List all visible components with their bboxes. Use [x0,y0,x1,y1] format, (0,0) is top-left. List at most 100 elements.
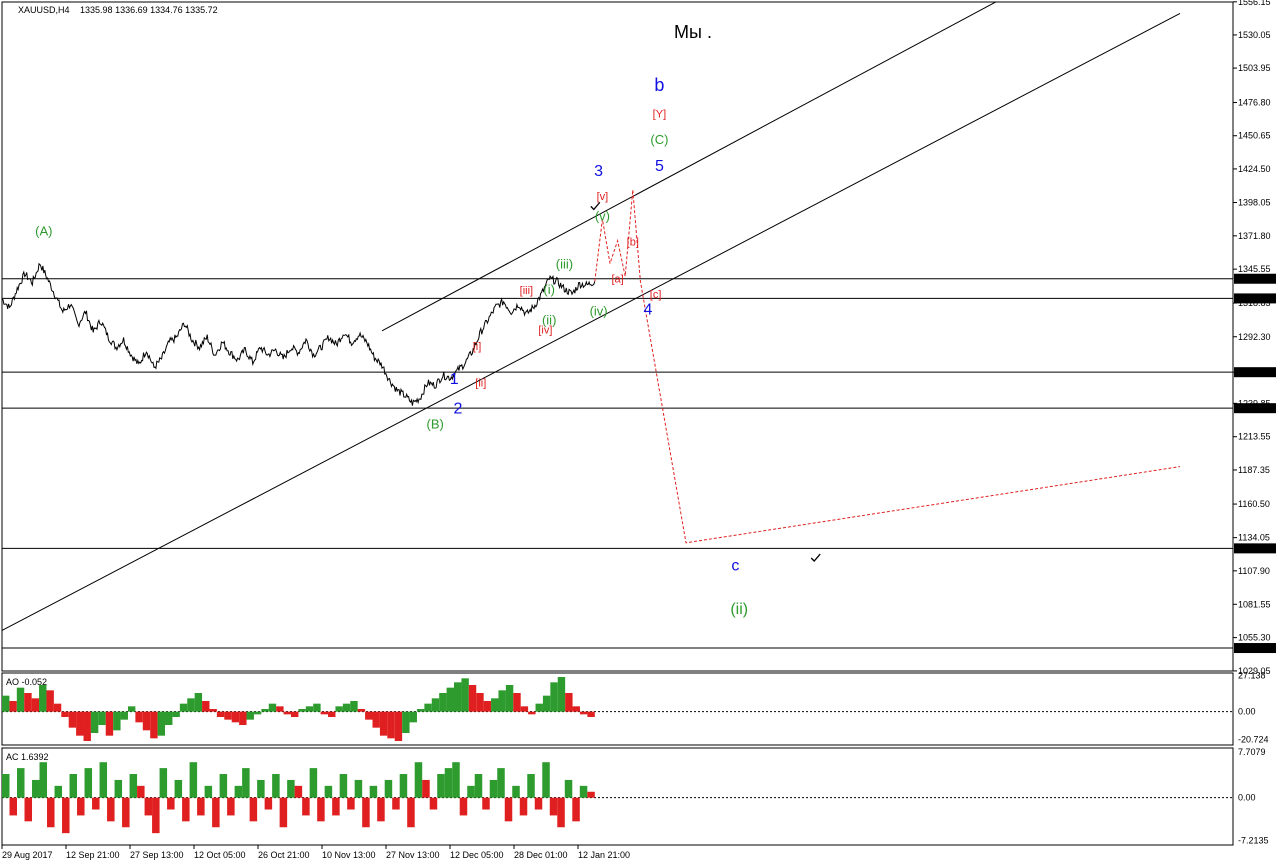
oscillator-bar [99,762,108,798]
price-tick-label: 1081.55 [1238,599,1271,609]
oscillator-panes: AO -0.052 27.138 0.00 -20.724 AC 1.6392 7.707… [1,670,1269,846]
price-tick-label: 1213.55 [1238,432,1271,442]
oscillator-bar [332,797,340,816]
time-axis: 29 Aug 2017 12 Sep 21:00 27 Sep 13:00 12 Oc… [1,844,1233,860]
oscillator-tick-label: 7.7079 [1238,747,1266,757]
oscillator-bar [491,698,499,712]
symbol-name: XAUUSD,H4 [18,5,70,15]
oscillator-bar [513,693,521,712]
oscillator-bar [357,709,366,712]
wave-label: (v) [595,208,610,223]
oscillator-bar [454,682,462,712]
price-tick-label: 1424.50 [1238,164,1271,174]
oscillator-bar [422,779,430,798]
main-pane: (A) (B) (C) b [Y] 5 3 4 1 2 c (ii) [v] (v) [b] [a] [c] (i… [1,1,1234,672]
oscillator-bar [142,711,151,731]
projection-path [594,189,1181,544]
oscillator-bar [489,779,498,798]
oscillator-bar [61,711,69,717]
level-label: 1264.39 [1237,367,1270,377]
oscillator-bar [452,762,460,798]
oscillator-bar [272,774,280,798]
oscillator-bar [339,774,348,798]
oscillator-bar [414,762,423,798]
oscillator-bar [459,797,468,816]
oscillator-bar [135,711,143,723]
oscillator-bar [424,703,432,712]
wave-label: [v] [597,191,609,203]
wave-label: (B) [427,417,444,432]
oscillator-bar [31,698,40,712]
oscillator-bar [468,685,477,712]
oscillator-bar [579,785,588,798]
oscillator-bar [416,709,425,712]
oscillator-bar [505,685,514,712]
channel-line [381,2,997,332]
oscillator-bar [354,779,363,798]
time-tick-label: 12 Dec 05:00 [450,850,504,860]
oscillator-bar [350,701,358,712]
oscillator-tick-label: -7.2135 [1238,835,1269,845]
oscillator-bar [342,703,351,712]
price-tick-label: 1503.95 [1238,63,1271,73]
oscillator-bar [227,797,235,816]
oscillator-bar [287,779,295,798]
oscillator-bar [129,774,138,798]
wave-label: (C) [650,132,668,147]
wave-label: [iv] [538,324,552,336]
level-label: 1047.09 [1237,643,1270,653]
oscillator-bar [239,711,247,725]
oscillator-bar [444,768,453,798]
oscillator-bar [68,711,77,728]
oscillator-bar [528,711,536,715]
oscillator-bar [152,797,160,834]
oscillator-bar [572,797,580,822]
oscillator-bar [127,706,136,712]
price-tick-label: 1530.05 [1238,30,1271,40]
oscillator-bar [77,797,85,816]
oscillator-bar [261,709,269,712]
oscillator-bar [189,762,198,798]
oscillator-bar [2,774,10,798]
price-tick-label: 1134.05 [1238,533,1270,543]
oscillator-bar [369,785,378,798]
price-tick-label: 1107.90 [1238,566,1270,576]
oscillator-bar [122,797,130,828]
oscillator-tick-label: 0.00 [1238,793,1256,803]
oscillator-bar [234,785,243,798]
symbol-header: XAUUSD,H4 1335.98 1336.69 1334.76 1335.7… [18,5,218,15]
oscillator-bar [587,791,595,798]
oscillator-bar [268,703,277,712]
wave-label: [b] [627,237,639,249]
oscillator-bar [165,711,173,725]
oscillator-bar [98,711,106,725]
oscillator-bar [246,711,254,720]
oscillator-bar [53,703,62,712]
oscillator-label: AC 1.6392 [6,752,49,762]
oscillator-bar [534,797,543,810]
oscillator-bar [565,693,573,712]
time-tick-label: 12 Jan 21:00 [578,850,630,860]
wave-label: (ii) [730,601,748,618]
oscillator-bar [120,711,128,720]
time-tick-label: 26 Oct 21:00 [258,850,310,860]
price-line [2,262,596,406]
oscillator-bar [150,711,158,739]
oscillator-bar [174,779,183,798]
oscillator-bar [309,768,318,798]
oscillator-bar [39,762,48,798]
price-axis: 1556.15 1530.05 1503.95 1476.80 1450.65 1424.… [1233,0,1276,676]
oscillator-bar [409,711,417,723]
oscillator-bar [324,785,333,798]
oscillator-bar [372,711,380,728]
oscillator-bar [172,711,180,717]
oscillator-bar [9,797,18,816]
oscillator-bar [320,711,329,715]
main-title: Мы . [674,22,712,42]
time-tick-label: 12 Oct 05:00 [194,850,246,860]
price-chart[interactable]: (A) (B) (C) b [Y] 5 3 4 1 2 c (ii) [v] (v) [b] [a] [c] (i… [0,0,1276,866]
oscillator-bar [362,797,370,828]
oscillator-bar [542,762,550,798]
oscillator-bar [24,797,33,822]
main-pane-content: (A) (B) (C) b [Y] 5 3 4 1 2 c (ii) [v] (v) [b] [a] [c] (i… [2,2,1233,649]
